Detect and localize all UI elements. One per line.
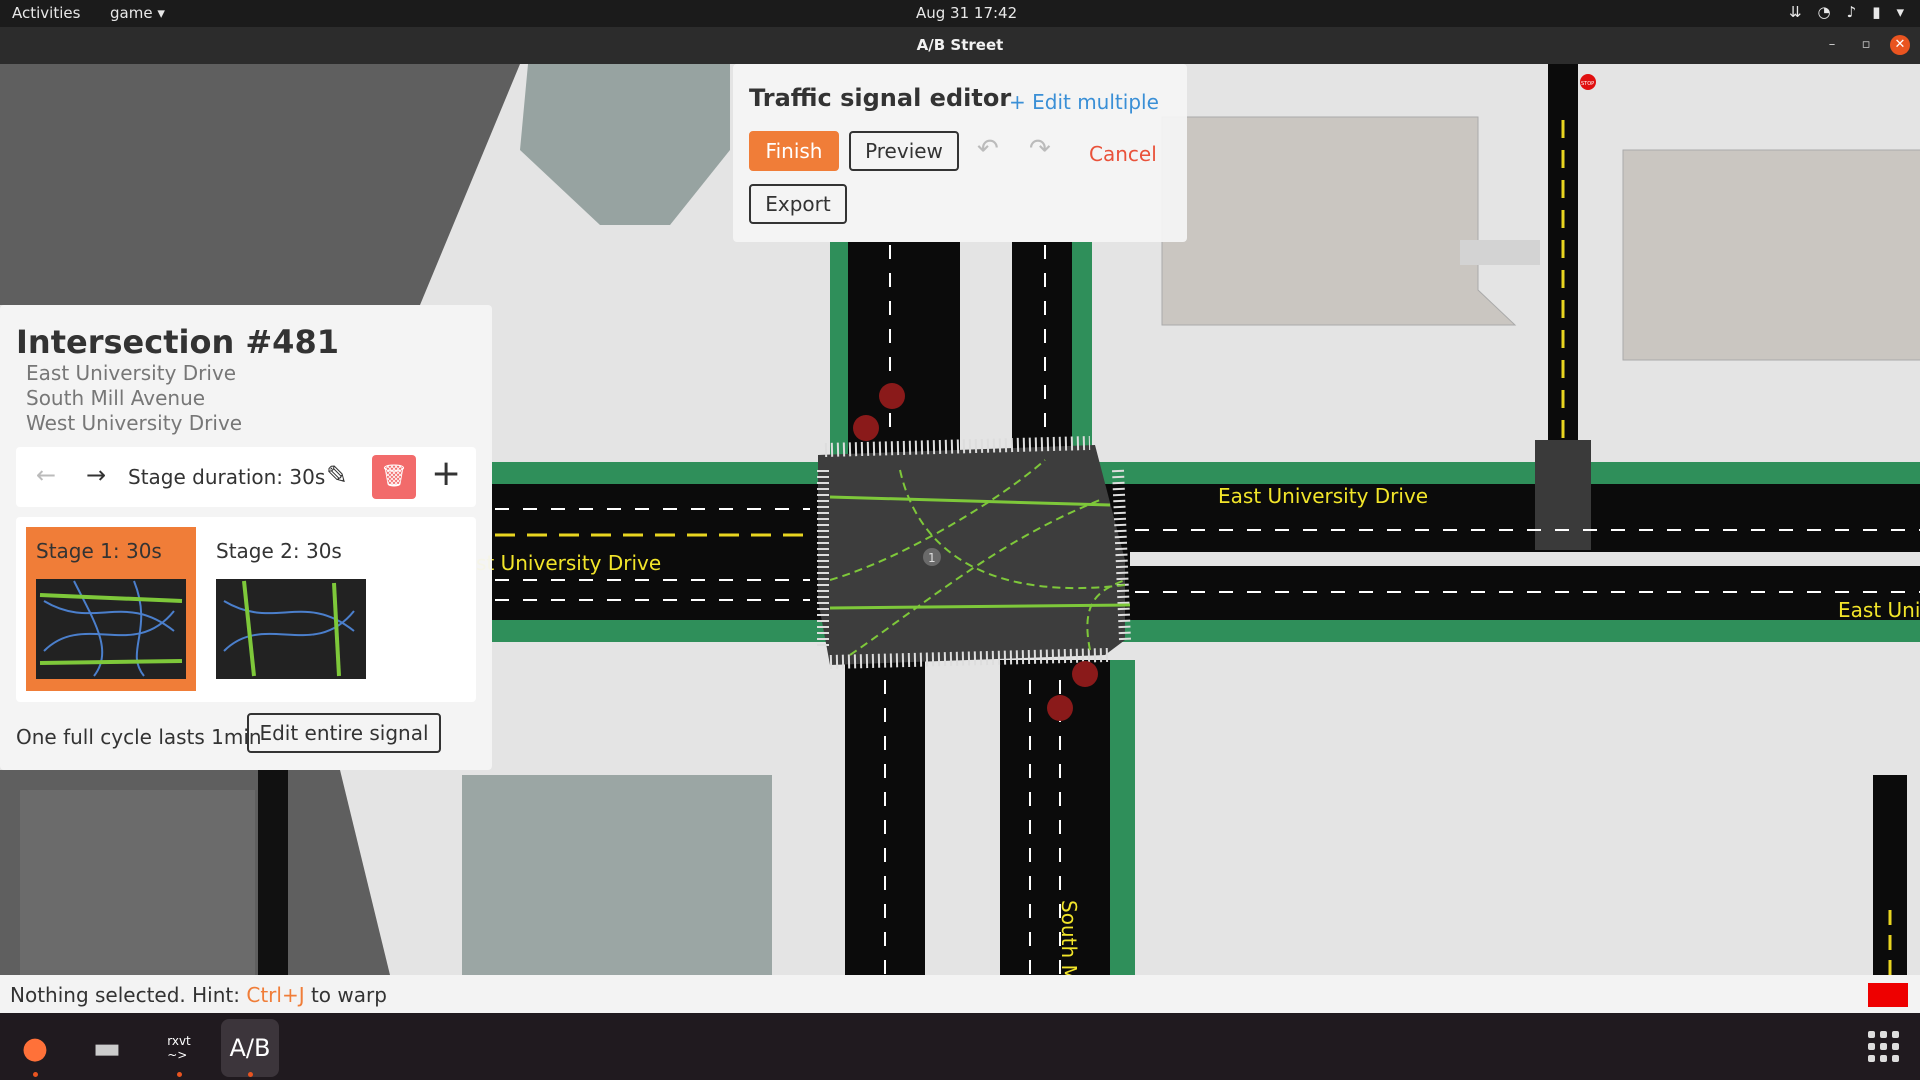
dropbox-icon[interactable]: ⇊ <box>1789 3 1802 21</box>
bike-lane-north <box>492 462 1920 486</box>
stage-toolbar: ← → Stage duration: 30s ✎ 🗑 + <box>16 447 476 507</box>
road-name: South Mill Avenue <box>26 386 206 410</box>
road-label-west-university: st University Drive <box>476 551 661 575</box>
stop-sign-label: STOP <box>1581 81 1594 87</box>
clock[interactable]: Aug 31 17:42 <box>916 4 1017 22</box>
taskbar-dock: ● ▬ rxvt ~> A/B <box>0 1013 1920 1080</box>
arrow-marker-down <box>853 415 879 441</box>
dev-badge[interactable] <box>1868 983 1908 1007</box>
road-label-east-uni-short: East Uni <box>1838 598 1920 622</box>
status-bar: Nothing selected. Hint: Ctrl+J to warp <box>0 975 1920 1013</box>
stage-1-thumbnail <box>36 579 186 679</box>
window-titlebar: A/B Street – ▫ ✕ <box>0 27 1920 64</box>
window-title: A/B Street <box>916 36 1004 54</box>
building-ne <box>1161 116 1517 326</box>
close-button[interactable]: ✕ <box>1890 35 1910 55</box>
stage-card-1[interactable]: Stage 1: 30s <box>26 527 196 691</box>
plus-icon[interactable]: + <box>431 453 461 494</box>
bike-lane-nw <box>830 242 848 462</box>
volume-icon[interactable]: ♪ <box>1847 3 1857 21</box>
maximize-button[interactable]: ▫ <box>1856 35 1876 55</box>
road-label-south-mill-bottom: South Mill A <box>1057 900 1081 975</box>
bike-lane-se <box>1110 660 1135 975</box>
terminal-label: rxvt ~> <box>167 1034 191 1062</box>
cancel-button[interactable]: Cancel <box>1089 142 1157 166</box>
editor-title: Traffic signal editor <box>749 84 1012 112</box>
system-tray[interactable]: ⇊ ◔ ♪ ▮ ▾ <box>1789 3 1904 21</box>
building-sw <box>20 790 255 975</box>
stage-duration: Stage duration: 30s <box>128 465 326 489</box>
finish-button[interactable]: Finish <box>749 131 839 171</box>
app-menu[interactable]: game ▾ <box>110 4 165 22</box>
crosswalk-east <box>1112 469 1131 641</box>
intersection-marker-label: 1 <box>928 551 936 565</box>
arrow-right-icon[interactable]: → <box>86 461 106 489</box>
road-label-east-university: East University Drive <box>1218 484 1428 508</box>
east-minor-junction <box>1535 440 1591 550</box>
trash-icon[interactable]: 🗑 <box>372 455 416 499</box>
preview-button[interactable]: Preview <box>849 131 959 171</box>
mill-ave-north-sb <box>830 242 960 462</box>
status-suffix: to warp <box>304 983 387 1007</box>
stage-label: Stage 1: 30s <box>36 539 162 563</box>
arrow-marker-turn-s <box>1047 695 1073 721</box>
traffic-signal-editor-panel: Traffic signal editor + Edit multiple Fi… <box>733 64 1187 242</box>
road-name: West University Drive <box>26 411 243 435</box>
median-east <box>1130 552 1920 566</box>
intersection-panel: Intersection #481 East University Drive … <box>0 305 492 770</box>
export-button[interactable]: Export <box>749 184 847 224</box>
firefox-icon[interactable]: ● <box>6 1019 64 1077</box>
bike-lane-ne <box>1072 242 1092 462</box>
edit-entire-signal-button[interactable]: Edit entire signal <box>247 713 441 753</box>
alley-road <box>258 770 288 975</box>
building-small <box>1460 240 1540 265</box>
status-text: Nothing selected. Hint: Ctrl+J to warp <box>10 983 387 1007</box>
wifi-icon[interactable]: ◔ <box>1818 3 1831 21</box>
battery-icon[interactable]: ▮ <box>1872 3 1880 21</box>
undo-icon[interactable]: ↶ <box>977 134 999 164</box>
abstreet-app-icon[interactable]: A/B <box>221 1019 279 1077</box>
activities-button[interactable]: Activities <box>12 4 80 22</box>
arrow-marker-up <box>1072 661 1098 687</box>
stage-list: Stage 1: 30s Stage 2: 30s <box>16 517 476 702</box>
files-icon[interactable]: ▬ <box>78 1019 136 1077</box>
terminal-icon[interactable]: rxvt ~> <box>150 1019 208 1077</box>
system-top-bar: Activities game ▾ Aug 31 17:42 ⇊ ◔ ♪ ▮ ▾ <box>0 0 1920 27</box>
mill-ave-south-sb <box>845 660 925 975</box>
bike-lane-south <box>492 618 1920 642</box>
edit-multiple-link[interactable]: + Edit multiple <box>1009 90 1159 114</box>
cycle-length: One full cycle lasts 1min <box>16 725 262 749</box>
intersection-title: Intersection #481 <box>16 323 339 361</box>
stage-card-2[interactable]: Stage 2: 30s <box>206 527 376 691</box>
stage-label: Stage 2: 30s <box>216 539 342 563</box>
arrow-marker-turn-n <box>879 383 905 409</box>
building-far-ne <box>1622 149 1920 361</box>
pencil-icon[interactable]: ✎ <box>326 461 348 491</box>
arrow-left-icon[interactable]: ← <box>36 461 56 489</box>
road-name: East University Drive <box>26 361 237 385</box>
minimize-button[interactable]: – <box>1822 35 1842 55</box>
status-hotkey: Ctrl+J <box>246 983 305 1007</box>
status-prefix: Nothing selected. Hint: <box>10 983 247 1007</box>
chevron-down-icon[interactable]: ▾ <box>1896 3 1904 21</box>
show-apps-icon[interactable] <box>1868 1031 1899 1062</box>
stage-2-thumbnail <box>216 579 366 679</box>
redo-icon[interactable]: ↷ <box>1029 134 1051 164</box>
intersection-481 <box>818 445 1125 665</box>
building-s <box>462 775 772 975</box>
